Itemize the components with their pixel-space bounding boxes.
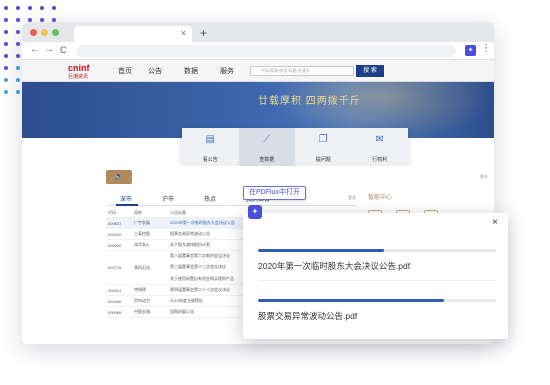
quick-link-rights[interactable]: ✉ 行权利 [352, 128, 409, 166]
logo-text: cninf [68, 63, 90, 73]
site-header: cninf 巨潮资讯 首页 公告 数据 服务 代码/简称/拼音/标题/关键字 搜… [22, 60, 494, 82]
quick-link-questions[interactable]: ❐ 提问题 [295, 128, 352, 166]
row-code: 000537 [108, 220, 122, 226]
close-icon[interactable]: × [492, 217, 498, 228]
close-window-button[interactable] [30, 29, 37, 36]
row-name: 三泰控股 [134, 231, 150, 236]
forward-icon[interactable]: → [44, 44, 54, 55]
nav-item-data[interactable]: 数据 [184, 66, 198, 76]
extension-icon: ✦ [248, 205, 262, 219]
download-file-name[interactable]: 股票交易异常波动公告.pdf [258, 310, 496, 322]
nav-item-services[interactable]: 服务 [220, 66, 234, 76]
screenshot-stage: × + ← → C ✦ ⋮ cninf 巨潮资讯 首页 公告 数据 服务 代码/… [0, 0, 550, 385]
minimize-window-button[interactable] [41, 29, 48, 36]
rights-icon: ✉ [375, 134, 384, 145]
download-progress-track [258, 299, 496, 302]
tab-hot[interactable]: 热点 [204, 194, 216, 203]
download-file-name[interactable]: 2020年第一次临时股东大会决议公告.pdf [258, 260, 496, 272]
quick-link-label: 查数据 [259, 157, 275, 163]
extension-icon[interactable]: ✦ [465, 45, 476, 56]
tab-close-icon[interactable]: × [181, 28, 186, 38]
announcement-bar: 🔈 更多 [22, 166, 494, 188]
tab-shenzhen[interactable]: 深市 [120, 194, 132, 203]
decorative-dot [52, 6, 56, 10]
decorative-dot [4, 30, 8, 34]
decorative-dot [16, 18, 20, 22]
decorative-dot [16, 6, 20, 10]
download-item[interactable]: 股票交易异常波动公告.pdf [258, 299, 496, 322]
downloads-popup: ✦ × 2020年第一次临时股东大会决议公告.pdf 股票交易异常波动公告.pd… [243, 205, 508, 339]
quick-link-label: 看公告 [202, 157, 218, 163]
open-in-pdflux-tooltip[interactable]: 在PDFlux中打开 [243, 186, 306, 200]
decorative-dot [4, 6, 8, 10]
back-icon[interactable]: ← [30, 44, 40, 55]
browser-toolbar: ← → C ✦ ⋮ [22, 42, 494, 60]
header-name: 简称 [134, 209, 142, 215]
decorative-dot [16, 90, 20, 94]
site-search-button[interactable]: 搜 索 [356, 65, 384, 77]
more-link[interactable]: 更多 [348, 195, 356, 201]
tab-shanghai[interactable]: 沪市 [162, 194, 174, 203]
row-name: 中国长城 [134, 309, 150, 314]
address-bar[interactable] [76, 45, 456, 57]
logo-subtext: 巨潮资讯 [68, 74, 89, 80]
decorative-dot [40, 6, 44, 10]
banner-slogan: 廿载厚积 四两拨千斤 [258, 96, 361, 107]
row-code: 000020 [108, 242, 122, 248]
quick-links-panel: ▤ 看公告 ⟋ 查数据 ❐ 提问题 ✉ 行权利 [182, 128, 408, 166]
row-code: 000066 [108, 309, 122, 315]
row-name: 高科石化 [134, 264, 150, 270]
reload-icon[interactable]: C [60, 45, 67, 55]
quick-link-label: 行权利 [372, 157, 388, 163]
download-item[interactable]: 2020年第一次临时股东大会决议公告.pdf [258, 249, 496, 272]
question-icon: ❐ [318, 134, 328, 145]
decorative-dot [4, 90, 8, 94]
window-controls [30, 29, 59, 36]
decorative-dot [4, 18, 8, 22]
more-link-top[interactable]: 更多 [480, 174, 488, 180]
row-code: 002312 [108, 231, 122, 237]
announcement-tabs: 深市 沪市 热点 我的公告 [106, 192, 356, 206]
site-logo[interactable]: cninf 巨潮资讯 [68, 64, 90, 82]
decorative-dot [16, 30, 20, 34]
row-name: 特锐德 [134, 287, 146, 292]
row-name: 广宇发展 [134, 220, 150, 225]
decorative-dot [28, 6, 32, 10]
row-code: 001696 [108, 298, 122, 304]
download-progress-bar [258, 299, 444, 302]
quick-link-announcements[interactable]: ▤ 看公告 [182, 128, 239, 166]
browser-menu-icon[interactable]: ⋮ [481, 43, 491, 54]
quick-link-data[interactable]: ⟋ 查数据 [238, 128, 295, 166]
site-search-input[interactable]: 代码/简称/拼音/标题/关键字 [250, 66, 354, 76]
divider [258, 280, 496, 281]
decorative-dot [16, 66, 20, 70]
row-code: 002778 [108, 265, 122, 270]
maximize-window-button[interactable] [52, 29, 59, 36]
browser-tab[interactable]: × [74, 26, 192, 42]
chart-icon: ⟋ [263, 134, 271, 145]
nav-item-announcements[interactable]: 公告 [148, 66, 162, 76]
announcement-icon: ▤ [205, 134, 215, 145]
row-name: 深华发A [134, 242, 149, 247]
nav-item-home[interactable]: 首页 [118, 66, 132, 76]
decorative-dot [16, 54, 20, 58]
new-tab-button[interactable]: + [200, 26, 207, 40]
decorative-dot [4, 42, 8, 46]
decorative-dot [4, 66, 8, 70]
row-name: 宗申动力 [134, 298, 150, 303]
decorative-dot [4, 78, 8, 82]
row-code: 300001 [108, 287, 122, 293]
side-panel-title: 智能中心 [368, 195, 393, 201]
decorative-dot [16, 42, 20, 46]
decorative-dot [16, 78, 20, 82]
active-tab-indicator [116, 204, 138, 206]
decorative-dot [4, 54, 8, 58]
download-progress-track [258, 249, 496, 252]
quick-link-label: 提问题 [315, 157, 331, 163]
speaker-icon: 🔈 [106, 170, 132, 184]
header-code: 代码 [108, 209, 116, 215]
browser-tabbar: × + [22, 22, 494, 42]
download-progress-bar [258, 249, 385, 252]
